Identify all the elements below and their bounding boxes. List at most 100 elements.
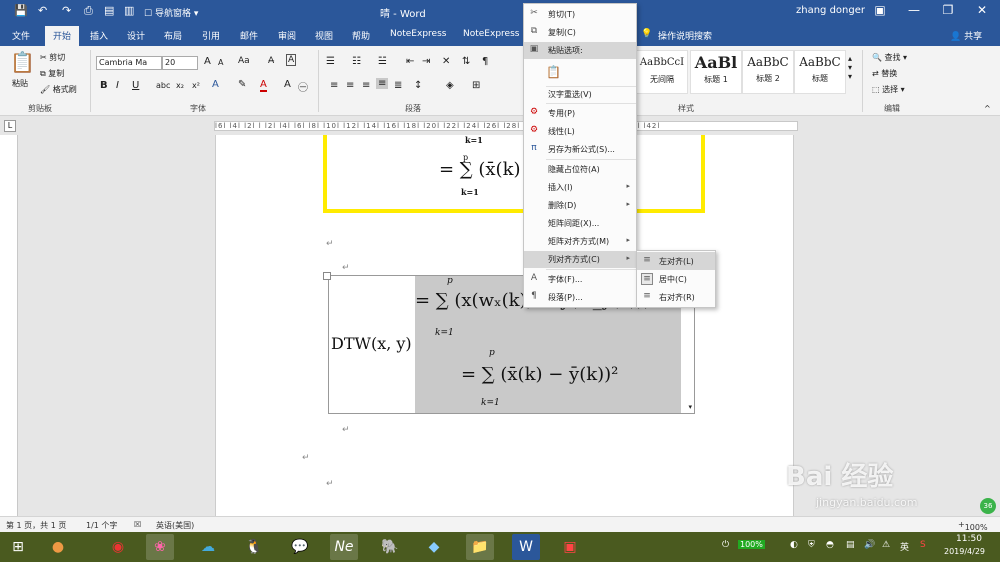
menu-item-matrix-alignment[interactable]: 矩阵对齐方式(M) ▸ xyxy=(524,233,636,250)
justify-icon[interactable]: ≡ xyxy=(376,78,389,89)
tab-references[interactable]: 引用 xyxy=(202,29,220,42)
increase-indent-icon[interactable]: ⇥ xyxy=(422,56,430,67)
align-left-icon[interactable]: ≡ xyxy=(330,80,338,91)
text-effects-icon[interactable]: A xyxy=(212,79,219,90)
char-border-icon[interactable]: A xyxy=(286,54,297,66)
app-icon-1[interactable]: ● xyxy=(44,534,72,560)
user-name[interactable]: zhang donger xyxy=(796,5,865,16)
underline-icon[interactable]: U xyxy=(132,80,139,91)
netease-music-icon[interactable]: ◉ xyxy=(104,534,132,560)
submenu-item-align-center[interactable]: ≡ 居中(C) xyxy=(637,270,715,288)
windows-start-icon[interactable]: ⊞ xyxy=(4,534,32,560)
style-heading-2[interactable]: AaBbC 标题 2 xyxy=(742,50,794,94)
tab-review[interactable]: 审阅 xyxy=(278,29,296,42)
maximize-button[interactable]: ❐ xyxy=(938,3,958,17)
shrink-font-button[interactable]: A xyxy=(218,58,223,67)
show-marks-icon[interactable]: ¶ xyxy=(482,56,488,67)
borders-icon[interactable]: ⊞ xyxy=(472,80,480,91)
baidu-netdisk-icon[interactable]: ☁ xyxy=(194,534,222,560)
italic-icon[interactable]: I xyxy=(116,80,119,91)
decrease-indent-icon[interactable]: ⇤ xyxy=(406,56,414,67)
menu-item-font[interactable]: A 字体(F)... xyxy=(524,271,636,288)
clock-date[interactable]: 2019/4/29 xyxy=(944,547,985,556)
tab-view[interactable]: 视图 xyxy=(315,29,333,42)
numbering-icon[interactable]: ☷ xyxy=(352,56,361,67)
wechat-icon[interactable]: 💬 xyxy=(286,534,314,560)
enclose-char-icon[interactable]: ㊀ xyxy=(298,79,308,94)
app-icon-3[interactable]: ▣ xyxy=(556,534,584,560)
tab-design[interactable]: 设计 xyxy=(127,29,145,42)
tab-insert[interactable]: 插入 xyxy=(90,29,108,42)
word-taskbar-icon[interactable]: W xyxy=(512,534,540,560)
sort-icon[interactable]: ⇅ xyxy=(462,56,470,67)
font-name-combo[interactable]: Cambria Ma xyxy=(96,56,162,70)
table-move-handle[interactable] xyxy=(323,272,331,280)
submenu-item-align-right[interactable]: ≡ 右对齐(R) xyxy=(637,288,715,306)
battery-indicator[interactable]: 100% xyxy=(738,540,765,549)
subscript-icon[interactable]: x₂ xyxy=(176,81,184,90)
nav-pane-toggle[interactable]: ☐ 导航窗格 ▾ xyxy=(144,6,198,19)
tab-selector-icon[interactable]: L xyxy=(4,120,16,132)
volume-icon[interactable]: 🔊 xyxy=(864,540,875,550)
word-count[interactable]: 1/1 个字 xyxy=(86,520,117,531)
bold-icon[interactable]: B xyxy=(100,80,108,91)
style-heading-1[interactable]: AaBl 标题 1 xyxy=(690,50,742,94)
tab-help[interactable]: 帮助 xyxy=(352,29,370,42)
ruler-scale[interactable]: l6l l4l l2l l l2l l4l l6l l8l l10l l12l … xyxy=(214,121,798,131)
highlight-icon[interactable]: ✎ xyxy=(238,79,246,90)
redo-icon[interactable]: ↷ xyxy=(62,4,71,17)
submenu-item-align-left[interactable]: ≡ 左对齐(L) xyxy=(637,252,715,270)
app-icon-2[interactable]: ◆ xyxy=(420,534,448,560)
menu-item-save-equation[interactable]: π 另存为新公式(S)... xyxy=(524,141,636,158)
clear-format-icon[interactable]: A̶ xyxy=(268,56,274,66)
quick-access-icon[interactable]: ▥ xyxy=(124,4,134,17)
menu-item-matrix-spacing[interactable]: 矩阵间距(X)... xyxy=(524,215,636,232)
menu-item-column-alignment[interactable]: 列对齐方式(C) ▸ xyxy=(524,251,636,268)
superscript-icon[interactable]: x² xyxy=(192,81,200,90)
share-button[interactable]: 👤 共享 xyxy=(950,29,982,42)
clock-time[interactable]: 11:50 xyxy=(956,534,982,544)
paste-button[interactable]: 粘贴 xyxy=(12,78,28,89)
tab-file[interactable]: 文件 xyxy=(12,29,30,42)
style-no-spacing[interactable]: AaBbCcI 无间隔 xyxy=(636,50,688,94)
tab-home[interactable]: 开始 xyxy=(45,26,80,46)
change-case-button[interactable]: Aa xyxy=(238,56,250,66)
save-icon[interactable]: 💾 xyxy=(14,4,28,17)
align-right-icon[interactable]: ≡ xyxy=(362,80,370,91)
font-size-combo[interactable]: 20 xyxy=(162,56,198,70)
file-explorer-icon[interactable]: 📁 xyxy=(466,534,494,560)
undo-icon[interactable]: ↶ xyxy=(38,4,47,17)
open-icon[interactable]: ▤ xyxy=(104,4,114,17)
tab-mailings[interactable]: 邮件 xyxy=(240,29,258,42)
tab-noteexpress-2[interactable]: NoteExpress xyxy=(463,29,519,39)
grow-font-button[interactable]: A xyxy=(204,56,211,67)
noteexpress-icon[interactable]: Ne xyxy=(330,534,358,560)
network-icon[interactable]: ▤ xyxy=(846,540,855,550)
power-icon[interactable]: ⏻ xyxy=(722,540,729,550)
menu-item-linear[interactable]: ⚙ 线性(L) xyxy=(524,123,636,140)
page-count[interactable]: 第 1 页，共 1 页 xyxy=(6,520,66,531)
menu-item-cut[interactable]: ✂ 剪切(T) xyxy=(524,6,636,23)
equation-line-2[interactable]: = ∑ (x̄(k) − ȳ(k))² xyxy=(461,364,618,385)
tab-layout[interactable]: 布局 xyxy=(164,29,182,42)
menu-item-professional[interactable]: ⚙ 专用(P) xyxy=(524,105,636,122)
ribbon-display-icon[interactable]: ▣ xyxy=(870,3,890,17)
menu-item-insert[interactable]: 插入(I) ▸ xyxy=(524,179,636,196)
ime-indicator[interactable]: 英 xyxy=(900,540,909,553)
language-indicator[interactable]: 英语(美国) xyxy=(156,520,194,531)
shield-icon[interactable]: ⛨ xyxy=(808,540,815,550)
style-title[interactable]: AaBbC 标题 xyxy=(794,50,846,94)
char-shading-icon[interactable]: A xyxy=(284,79,291,90)
equation-options-icon[interactable]: ▾ xyxy=(688,403,692,411)
multilevel-icon[interactable]: ☱ xyxy=(378,56,387,67)
print-preview-icon[interactable]: ⎙ xyxy=(84,4,93,18)
tray-icon-1[interactable]: ◐ xyxy=(790,540,798,550)
document-page[interactable]: k=1 p = ∑ (x̄(k) k=1 ↵ ↵ DTW(x, y) p = ∑… xyxy=(215,135,794,516)
qq-icon[interactable]: 🐧 xyxy=(240,534,268,560)
strikethrough-icon[interactable]: abc xyxy=(156,81,170,90)
copy-button[interactable]: ⧉ 复制 xyxy=(40,68,64,79)
menu-item-hide-placeholder[interactable]: 隐藏占位符(A) xyxy=(524,161,636,178)
find-button[interactable]: 🔍 查找 ▾ xyxy=(872,52,907,63)
tell-me-search[interactable]: 操作说明搜索 xyxy=(658,29,712,42)
evernote-icon[interactable]: 🐘 xyxy=(376,534,404,560)
